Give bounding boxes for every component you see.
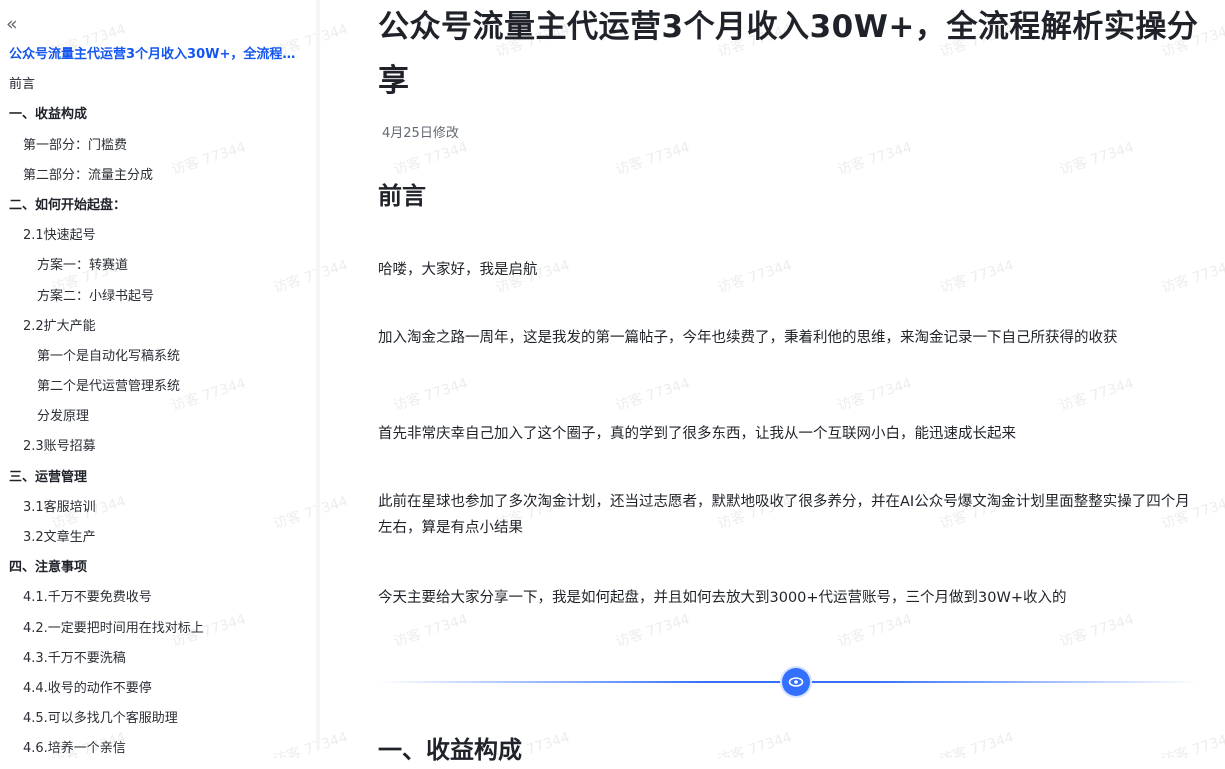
paragraph: 今天主要给大家分享一下，我是如何起盘，并且如何去放大到3000+代运营账号，三个… [378,590,1067,606]
watermark-text: 访客 77344 [835,139,914,179]
toc-item[interactable]: 三、运营管理 [0,467,316,497]
heading-preface: 前言 [378,182,426,210]
toc-item[interactable]: 二、如何开始起盘： [0,195,316,225]
toc-item[interactable]: 一、收益构成 [0,104,316,134]
divider-emblem-icon [782,668,810,696]
watermark-text: 访客 77344 [613,611,692,651]
toc-item[interactable]: 分发原理 [0,406,316,436]
watermark-text: 访客 77344 [715,729,794,758]
toc-item[interactable]: 2.2扩大产能 [0,316,316,346]
section-divider [378,668,1200,696]
paragraph: 哈喽，大家好，我是启航 [378,262,538,278]
watermark-text: 访客 77344 [835,611,914,651]
sidebar-scrollbar[interactable] [316,0,320,748]
watermark-text: 访客 77344 [1159,729,1225,758]
watermark-text: 访客 77344 [1057,375,1136,415]
toc-item[interactable]: 4.2.一定要把时间用在找对标上 [0,618,316,648]
paragraph: 此前在星球也参加了多次淘金计划，还当过志愿者，默默地吸收了很多养分，并在AI公众… [378,494,1190,536]
toc-item[interactable]: 3.2文章生产 [0,527,316,557]
toc-item[interactable]: 4.5.可以多找几个客服助理 [0,708,316,738]
watermark-text: 访客 77344 [1057,611,1136,651]
heading-section-1: 一、收益构成 [378,736,522,764]
toc-item[interactable]: 第一部分：门槛费 [0,135,316,165]
toc-item[interactable]: 第二个是代运营管理系统 [0,376,316,406]
watermark-text: 访客 77344 [613,139,692,179]
watermark-text: 访客 77344 [1057,139,1136,179]
toc-item[interactable]: 第一个是自动化写稿系统 [0,346,316,376]
toc-sidebar: « 公众号流量主代运营3个月收入30W+，全流程解析实操分享前言一、收益构成第一… [0,0,316,758]
collapse-sidebar-icon[interactable]: « [6,14,24,36]
toc-item[interactable]: 4.4.收号的动作不要停 [0,678,316,708]
watermark-text: 访客 77344 [391,139,470,179]
toc-item[interactable]: 2.3账号招募 [0,436,316,466]
toc-item[interactable]: 4.3.千万不要洗稿 [0,648,316,678]
toc-item[interactable]: 前言 [0,74,316,104]
toc-item[interactable]: 公众号流量主代运营3个月收入30W+，全流程解析实操分享 [0,44,316,74]
toc-item[interactable]: 4.1.千万不要免费收号 [0,587,316,617]
toc-item[interactable]: 4.6.培养一个亲信 [0,738,316,768]
paragraph: 加入淘金之路一周年，这是我发的第一篇帖子，今年也续费了，秉着利他的思维，来淘金记… [378,330,1118,346]
toc-item[interactable]: 四、注意事项 [0,557,316,587]
toc-item[interactable]: 2.1快速起号 [0,225,316,255]
watermark-text: 访客 77344 [937,729,1016,758]
watermark-text: 访客 77344 [391,611,470,651]
modified-date: 4月25日修改 [382,126,459,141]
toc-item[interactable]: 第二部分：流量主分成 [0,165,316,195]
toc-list: 公众号流量主代运营3个月收入30W+，全流程解析实操分享前言一、收益构成第一部分… [0,44,316,769]
paragraph: 首先非常庆幸自己加入了这个圈子，真的学到了很多东西，让我从一个互联网小白，能迅速… [378,426,1016,442]
toc-item[interactable]: 方案一：转赛道 [0,255,316,285]
watermark-text: 访客 77344 [391,375,470,415]
watermark-text: 访客 77344 [613,375,692,415]
toc-item[interactable]: 3.1客服培训 [0,497,316,527]
watermark-text: 访客 77344 [835,375,914,415]
document-title: 公众号流量主代运营3个月收入30W+，全流程解析实操分享 [378,9,1199,99]
toc-item[interactable]: 方案二：小绿书起号 [0,286,316,316]
